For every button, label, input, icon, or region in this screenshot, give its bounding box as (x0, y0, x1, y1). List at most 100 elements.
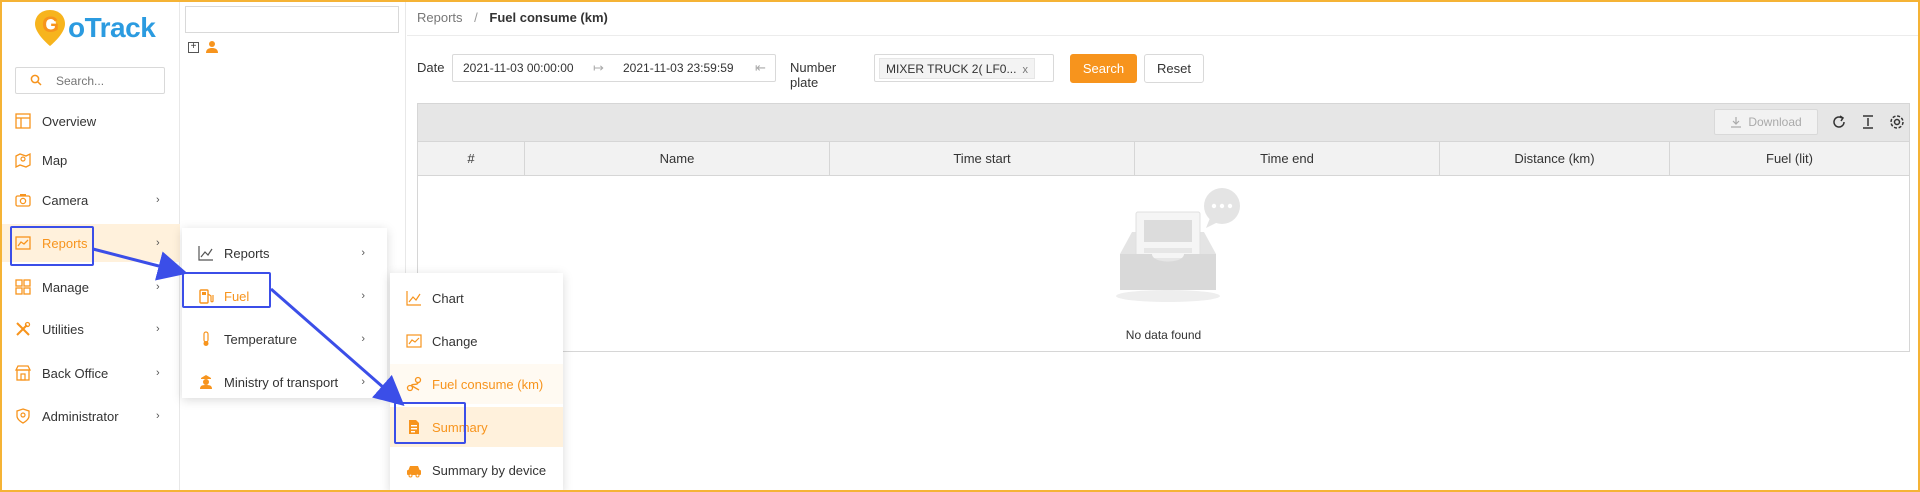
breadcrumb: Reports / Fuel consume (km) (407, 0, 1920, 36)
menu-item-reports[interactable]: Reports › (182, 233, 387, 273)
column-header-time-end[interactable]: Time end (1135, 142, 1440, 175)
settings-icon[interactable] (1889, 114, 1905, 130)
download-label: Download (1748, 115, 1802, 129)
route-icon (406, 376, 422, 392)
sidebar-item-overview[interactable]: Overview (0, 102, 180, 140)
refresh-icon[interactable] (1831, 114, 1847, 130)
menu-item-label: Summary (432, 419, 488, 435)
breadcrumb-parent[interactable]: Reports (417, 10, 463, 25)
range-arrow-icon: ↦ (593, 60, 604, 75)
sidebar-item-label: Manage (42, 279, 89, 295)
reset-button[interactable]: Reset (1144, 54, 1204, 83)
menu-item-label: Fuel consume (km) (432, 376, 544, 392)
thermometer-icon (203, 331, 209, 346)
breadcrumb-separator: / (474, 10, 478, 25)
column-header-name[interactable]: Name (525, 142, 830, 175)
search-button[interactable]: Search (1070, 54, 1137, 83)
table-header: # Name Time start Time end Distance (km)… (418, 141, 1909, 176)
sidebar-item-back-office[interactable]: Back Office › (0, 354, 180, 392)
sidebar-item-label: Utilities (42, 321, 84, 337)
breadcrumb-current: Fuel consume (km) (489, 10, 608, 25)
layout-icon (15, 113, 31, 129)
tools-icon (16, 321, 31, 336)
grid-icon (15, 279, 31, 295)
empty-inbox-icon (1116, 188, 1240, 302)
sidebar-search-input[interactable] (56, 72, 156, 90)
empty-text: No data found (1125, 328, 1202, 342)
tag-remove-icon[interactable]: x (1022, 64, 1028, 76)
sidebar-item-label: Reports (42, 235, 88, 251)
chevron-right-icon: › (156, 323, 160, 335)
map-icon (15, 152, 31, 168)
sidebar-item-utilities[interactable]: Utilities › (0, 310, 180, 348)
sidebar-item-reports[interactable]: Reports › (0, 224, 180, 262)
download-button[interactable]: Download (1714, 109, 1818, 135)
plate-tag-text: MIXER TRUCK 2( LF0... (886, 62, 1017, 76)
sidebar-item-administrator[interactable]: Administrator › (0, 397, 180, 435)
chart-icon (15, 236, 31, 250)
date-range-picker[interactable]: 2021-11-03 00:00:00 ↦ 2021-11-03 23:59:5… (452, 54, 776, 82)
main-content: Reports / Fuel consume (km) Date 2021-11… (407, 0, 1920, 492)
shield-icon (16, 408, 30, 424)
report-table: Download # Name Time start Time end Dist… (417, 103, 1910, 352)
column-header-time-start[interactable]: Time start (830, 142, 1135, 175)
date-label: Date (417, 60, 445, 75)
menu-item-label: Temperature (224, 331, 297, 347)
menu-item-summary-by-device[interactable]: Summary by device (390, 450, 563, 490)
search-icon (30, 74, 42, 86)
menu-item-label: Fuel (224, 288, 250, 304)
menu-item-label: Chart (432, 290, 464, 306)
chevron-right-icon: › (361, 290, 365, 302)
empty-state: No data found (418, 176, 1909, 352)
sidebar-item-label: Overview (42, 113, 97, 129)
chevron-right-icon: › (156, 410, 160, 422)
menu-item-label: Summary by device (432, 462, 547, 478)
fuel-pump-icon (199, 289, 214, 304)
line-chart-icon (406, 291, 421, 306)
sidebar-item-label: Map (42, 152, 68, 168)
menu-item-fuel[interactable]: Fuel › (182, 276, 387, 316)
menu-item-label: Ministry of transport (224, 374, 339, 390)
sidebar-item-camera[interactable]: Camera › (0, 181, 180, 219)
sidebar-item-manage[interactable]: Manage › (0, 268, 180, 306)
fuel-submenu: Chart Change Fuel consume (km) Summary S… (390, 273, 563, 492)
number-plate-select[interactable]: MIXER TRUCK 2( LF0... x (874, 54, 1054, 82)
camera-icon (15, 194, 31, 207)
logo-pin-icon: G (35, 10, 65, 46)
menu-item-label: Change (432, 333, 478, 349)
menu-item-ministry-of-transport[interactable]: Ministry of transport › (182, 362, 387, 402)
officer-icon (200, 375, 212, 389)
logo-wordmark-text: oTrack (68, 12, 156, 43)
expand-icon[interactable]: + (188, 42, 199, 53)
user-group-icon[interactable] (205, 40, 219, 54)
date-start-value[interactable]: 2021-11-03 00:00:00 (463, 61, 574, 75)
sidebar-item-map[interactable]: Map (0, 141, 180, 179)
sidebar-item-label: Administrator (42, 408, 119, 424)
sidebar-search[interactable] (15, 67, 165, 94)
menu-item-temperature[interactable]: Temperature › (182, 319, 387, 359)
logo-letter: G (42, 12, 59, 37)
tree-search-input[interactable] (185, 6, 399, 33)
date-end-value[interactable]: 2021-11-03 23:59:59 (623, 61, 734, 75)
gotrack-logo[interactable]: G oTrack (32, 8, 156, 48)
chevron-right-icon: › (156, 281, 160, 293)
sidebar-item-label: Back Office (42, 365, 109, 381)
store-icon (15, 365, 31, 381)
range-end-icon: ⇤ (755, 60, 766, 75)
car-icon (407, 466, 421, 478)
menu-item-label: Reports (224, 245, 270, 261)
column-height-icon[interactable] (1860, 114, 1876, 130)
chevron-right-icon: › (156, 237, 160, 249)
column-header-index[interactable]: # (418, 142, 525, 175)
menu-item-summary[interactable]: Summary (390, 407, 563, 447)
reports-submenu: Reports › Fuel › Temperature › Ministry … (182, 228, 387, 398)
download-icon (1731, 117, 1742, 128)
sidebar-item-label: Camera (42, 192, 89, 208)
menu-item-change[interactable]: Change (390, 321, 563, 361)
menu-item-chart[interactable]: Chart (390, 278, 563, 318)
column-header-distance[interactable]: Distance (km) (1440, 142, 1670, 175)
sidebar: G oTrack Overview Map Camera › Reports ›… (0, 0, 180, 492)
column-header-fuel[interactable]: Fuel (lit) (1670, 142, 1909, 175)
menu-item-fuel-consume-km[interactable]: Fuel consume (km) (390, 364, 563, 404)
table-toolbar: Download (418, 104, 1909, 141)
